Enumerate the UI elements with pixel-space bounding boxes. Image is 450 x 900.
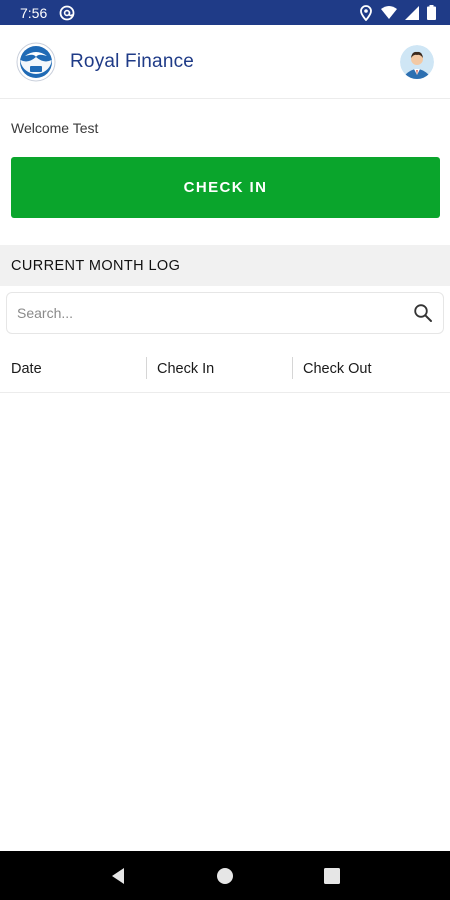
home-icon[interactable]	[205, 856, 245, 896]
search-icon[interactable]	[413, 303, 433, 323]
section-header: CURRENT MONTH LOG	[0, 245, 450, 286]
column-header-check-out[interactable]: Check Out	[292, 346, 438, 392]
status-time: 7:56	[20, 4, 48, 21]
user-avatar-icon[interactable]	[400, 44, 434, 79]
section-title: CURRENT MONTH LOG	[11, 257, 181, 274]
noaa-emblem-icon	[16, 42, 56, 82]
search-input[interactable]	[17, 305, 413, 321]
battery-icon	[427, 5, 436, 20]
recents-icon[interactable]	[312, 856, 352, 896]
back-icon[interactable]	[98, 856, 138, 896]
app-bar: Royal Finance	[0, 25, 450, 99]
check-in-button[interactable]: CHECK IN	[11, 157, 440, 218]
location-icon	[359, 4, 373, 21]
column-header-check-in[interactable]: Check In	[146, 346, 292, 392]
at-sign-icon	[59, 5, 75, 21]
log-table-header: Date Check In Check Out	[0, 346, 450, 393]
status-left: 7:56	[20, 5, 75, 21]
app-title: Royal Finance	[70, 50, 195, 72]
status-right	[359, 4, 436, 21]
status-bar: 7:56	[0, 0, 450, 25]
system-nav-bar	[0, 851, 450, 900]
column-header-date[interactable]: Date	[0, 346, 146, 392]
welcome-text: Welcome Test	[11, 120, 99, 136]
signal-icon	[405, 5, 419, 20]
search-box	[6, 292, 444, 334]
wifi-icon	[381, 5, 397, 20]
